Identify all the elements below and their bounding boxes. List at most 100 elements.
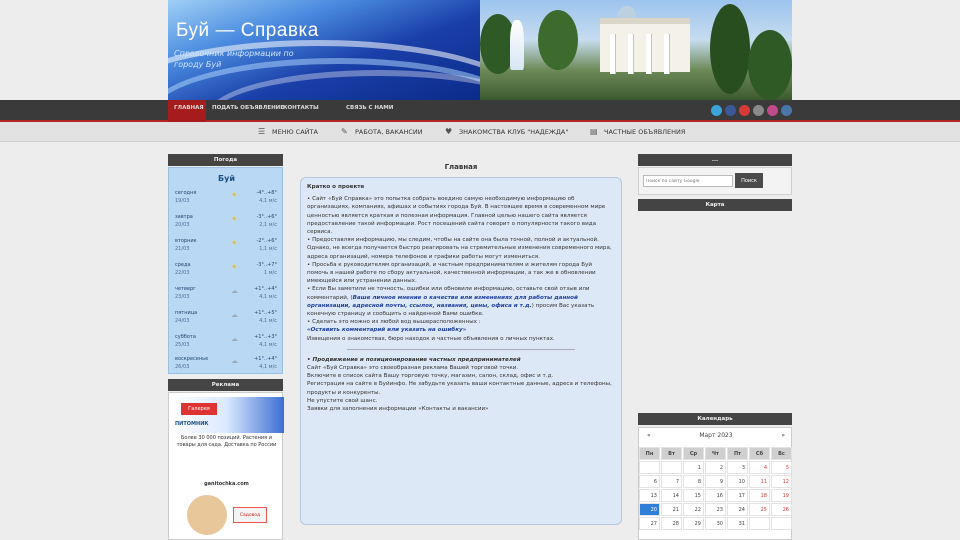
cloud-icon: ☁ (231, 287, 238, 295)
weather-day: воскресенье (175, 356, 209, 362)
map-widget[interactable] (638, 212, 792, 402)
submenu-dating-club[interactable]: ЗНАКОМСТВА КЛУБ "НАДЕЖДА" (459, 128, 568, 136)
article-paragraph: • Сайт «Буй Справка» это попытка собрать… (307, 196, 606, 236)
main-nav: ГЛАВНАЯ ПОДАТЬ ОБЪЯВЛЕНИЕ КОНТАКТЫ СВЯЗЬ… (0, 100, 960, 122)
weather-temp: -3°..+7° (256, 262, 277, 268)
calendar-nav: « Март 2023 » (639, 432, 793, 444)
weather-day-row: пятница 24/03 ☁ +1°..+5° 4,1 м/с (173, 310, 281, 334)
weather-temp: -2°..+6° (256, 238, 277, 244)
fountain-graphic (510, 20, 524, 70)
calendar-day[interactable]: 28 (661, 517, 682, 530)
weather-wind: 2,1 м/с (259, 222, 277, 228)
submenu-jobs[interactable]: РАБОТА, ВАКАНСИИ (355, 128, 423, 136)
calendar-day[interactable]: 30 (705, 517, 726, 530)
weather-wind: 4,1 м/с (259, 342, 277, 348)
youtube-icon[interactable] (739, 105, 750, 116)
calendar-day[interactable]: 23 (705, 503, 726, 516)
weather-day: вторник (175, 238, 197, 244)
nav-item-post-ad[interactable]: ПОДАТЬ ОБЪЯВЛЕНИЕ (212, 105, 284, 111)
weather-wind: 4,1 м/с (259, 364, 277, 370)
weather-date: 21/03 (175, 246, 190, 252)
calendar-day[interactable]: 6 (639, 475, 660, 488)
weather-wind: 4,1 м/с (259, 198, 277, 204)
calendar-day[interactable]: 10 (727, 475, 748, 488)
section2-line: Включите в список сайта Вашу торговую то… (307, 373, 554, 380)
calendar-day[interactable]: 27 (639, 517, 660, 530)
ad-text: Более 30 000 позиций. Растения и товары … (176, 435, 277, 448)
article-heading: Кратко о проекте (307, 184, 365, 190)
calendar-day[interactable]: 9 (705, 475, 726, 488)
weather-wind: 1 м/с (264, 270, 277, 276)
nav-item-home[interactable]: ГЛАВНАЯ (174, 105, 204, 111)
calendar-day[interactable]: 29 (683, 517, 704, 530)
calendar-day[interactable]: 4 (749, 461, 770, 474)
site-banner[interactable]: Буй — Справка Справочник информации по г… (168, 0, 792, 100)
article-paragraph: Извещения о знакомствах, бюро находок и … (307, 335, 555, 342)
calendar-day[interactable]: 25 (749, 503, 770, 516)
weather-city: Буй (218, 174, 235, 183)
calendar-widget-title: Календарь (638, 413, 792, 425)
calendar-weekday: Сб (749, 447, 770, 460)
calendar-day[interactable]: 22 (683, 503, 704, 516)
calendar-day (749, 517, 770, 530)
calendar-day[interactable]: 16 (705, 489, 726, 502)
weather-day-row: вторник 21/03 ☀ -2°..+6° 1,1 м/с (173, 238, 281, 262)
section2-line: Регистрация на сайте в Буйинфо. Не забуд… (307, 381, 612, 396)
weather-day: суббота (175, 334, 196, 340)
calendar-day[interactable]: 24 (727, 503, 748, 516)
twitter-icon[interactable] (711, 105, 722, 116)
calendar-day[interactable]: 17 (727, 489, 748, 502)
vk-icon[interactable] (781, 105, 792, 116)
weather-wind: 1,1 м/с (259, 246, 277, 252)
comment-link[interactable]: «Оставить комментарий или указать на оши… (307, 327, 466, 333)
submenu-site-menu[interactable]: МЕНЮ САЙТА (272, 128, 318, 136)
calendar-day[interactable]: 5 (771, 461, 792, 474)
weather-date: 25/03 (175, 342, 190, 348)
nav-active-indicator (168, 100, 206, 122)
calendar-weekday: Пн (639, 447, 660, 460)
ad-banner[interactable]: Галерея ПИТОМНИК Более 30 000 позиций. Р… (168, 392, 284, 540)
weather-day-row: четверг 23/03 ☁ +1°..+4° 4,1 м/с (173, 286, 281, 310)
weather-date: 22/03 (175, 270, 190, 276)
search-input[interactable] (643, 175, 733, 187)
calendar-day[interactable]: 21 (661, 503, 682, 516)
calendar-day[interactable]: 20 (639, 503, 660, 516)
calendar-day[interactable]: 31 (727, 517, 748, 530)
calendar-day[interactable]: 19 (771, 489, 792, 502)
tree-graphic (748, 30, 792, 100)
nav-item-contacts[interactable]: КОНТАКТЫ (283, 105, 319, 111)
calendar-day[interactable]: 11 (749, 475, 770, 488)
sun-icon: ☀ (231, 239, 238, 247)
calendar-day[interactable]: 3 (727, 461, 748, 474)
odnoklassniki-icon[interactable] (753, 105, 764, 116)
calendar-day[interactable]: 8 (683, 475, 704, 488)
ad-site-url[interactable]: ganitochka.com (175, 481, 278, 487)
calendar-widget: « Март 2023 » Пн Вт Ср Чт Пт Сб Вс 1 2 3 4 5 6 7 8 9 10 1… (638, 427, 792, 540)
calendar-day[interactable]: 14 (661, 489, 682, 502)
section2-heading: • Продвижение и позиционирование частных… (307, 356, 521, 363)
weather-date: 26/03 (175, 364, 190, 370)
calendar-day[interactable]: 13 (639, 489, 660, 502)
submenu-private-ads[interactable]: ЧАСТНЫЕ ОБЪЯВЛЕНИЯ (604, 128, 685, 136)
calendar-day[interactable]: 15 (683, 489, 704, 502)
weather-temp: -4°..+8° (256, 190, 277, 196)
calendar-day[interactable]: 2 (705, 461, 726, 474)
section2-line: Заявки для заполнения информации «Контак… (307, 406, 489, 413)
site-title[interactable]: Буй — Справка (176, 20, 319, 42)
calendar-day[interactable]: 18 (749, 489, 770, 502)
calendar-day[interactable]: 7 (661, 475, 682, 488)
weather-widget-title: Погода (168, 154, 283, 166)
instagram-icon[interactable] (767, 105, 778, 116)
calendar-next-button[interactable]: » (781, 432, 785, 439)
calendar-weekday: Чт (705, 447, 726, 460)
cloud-icon: ☁ (231, 357, 238, 365)
main-article: Кратко о проекте • Сайт «Буй Справка» эт… (300, 177, 622, 525)
nav-item-feedback[interactable]: СВЯЗЬ С НАМИ (346, 105, 393, 111)
calendar-day[interactable]: 1 (683, 461, 704, 474)
calendar-month: Март 2023 (699, 432, 733, 439)
search-button[interactable]: Поиск (735, 173, 763, 188)
weather-date: 19/03 (175, 198, 190, 204)
facebook-icon[interactable] (725, 105, 736, 116)
calendar-day[interactable]: 26 (771, 503, 792, 516)
calendar-day[interactable]: 12 (771, 475, 792, 488)
